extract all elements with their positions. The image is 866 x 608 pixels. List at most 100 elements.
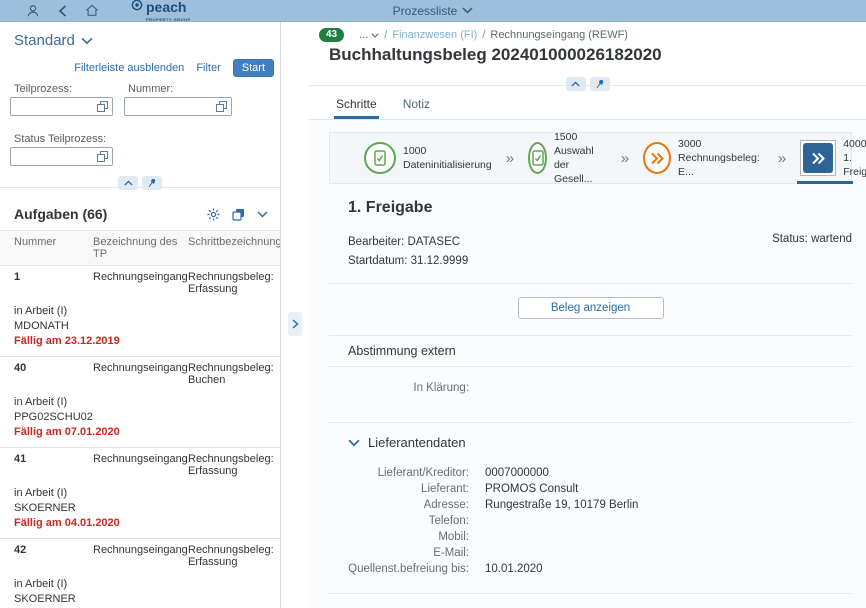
nummer-label: Nummer: xyxy=(124,83,232,95)
pin-icon[interactable] xyxy=(142,176,162,190)
chevron-down-icon xyxy=(348,439,360,447)
teilprozess-field[interactable] xyxy=(10,97,113,116)
logo-subtext: PROPERTY GROUP xyxy=(146,17,191,22)
page-title: Buchhaltungsbeleg 202401000026182020 xyxy=(319,42,852,75)
table-row[interactable]: 40 Rechnungseingang Rechnungsbeleg: Buch… xyxy=(0,357,280,448)
app-title[interactable]: Prozessliste xyxy=(393,4,458,18)
step-code: 1000 xyxy=(403,144,492,158)
status-teilprozess-field[interactable] xyxy=(10,147,113,166)
col-schritt: Schrittbezeichnung xyxy=(188,236,281,260)
chevron-down-icon[interactable] xyxy=(257,211,268,218)
row-status: in Arbeit (I) xyxy=(14,577,274,592)
section-lieferantendaten-toggle[interactable]: Lieferantendaten xyxy=(329,423,852,452)
header-collapse-bar xyxy=(309,75,866,91)
breadcrumb-ellipsis[interactable]: ... xyxy=(359,29,379,41)
expand-panel-button[interactable] xyxy=(288,312,302,336)
step-separator-icon: » xyxy=(621,150,629,167)
row-nummer: 41 xyxy=(14,453,93,477)
tab-schritte[interactable]: Schritte xyxy=(336,97,377,119)
value-help-icon[interactable] xyxy=(97,101,108,112)
step-heading: 1. Freigabe xyxy=(348,199,852,217)
step-1500[interactable]: 1500 Auswahl der Gesell... xyxy=(528,132,607,184)
breadcrumb-current: Rechnungseingang (REWF) xyxy=(490,29,628,41)
tasks-column-header: Nummer Bezeichnung des TP Schrittbezeich… xyxy=(0,230,280,266)
settings-gear-icon[interactable] xyxy=(207,208,220,221)
status-row: Status: wartend xyxy=(772,233,852,271)
row-due-date: Fällig am 23.12.2019 xyxy=(14,334,274,349)
table-row[interactable]: 42 Rechnungseingang Rechnungsbeleg: Erfa… xyxy=(0,539,280,608)
nummer-field[interactable] xyxy=(124,97,232,116)
export-copy-icon[interactable] xyxy=(232,208,245,221)
row-nummer: 40 xyxy=(14,362,93,386)
tasks-list: 1 Rechnungseingang Rechnungsbeleg: Erfas… xyxy=(0,266,280,608)
bearbeiter-row: Bearbeiter: DATASEC xyxy=(348,233,468,252)
user-icon[interactable] xyxy=(26,4,40,18)
table-row[interactable]: 1 Rechnungseingang Rechnungsbeleg: Erfas… xyxy=(0,266,280,357)
logo-text: peach xyxy=(146,0,186,15)
section-rechnungsdaten-toggle[interactable]: Rechnungsdaten xyxy=(329,594,852,608)
step-4000-current[interactable]: 4000 1. Freigabe xyxy=(800,132,866,184)
step-label: 1. Freigabe xyxy=(843,151,866,179)
beleg-anzeigen-button[interactable]: Beleg anzeigen xyxy=(518,297,664,319)
tasks-header: Aufgaben (66) xyxy=(14,206,207,222)
pin-icon[interactable] xyxy=(590,77,610,91)
step-3000[interactable]: 3000 Rechnungsbeleg: E... xyxy=(643,132,764,184)
nummer-input[interactable] xyxy=(129,101,216,113)
status-badge: 43 xyxy=(319,28,344,42)
field-row: In Klärung: xyxy=(329,380,852,396)
row-status: in Arbeit (I) xyxy=(14,304,274,319)
breadcrumb-separator: / xyxy=(384,29,387,41)
hide-filterbar-link[interactable]: Filterleiste ausblenden xyxy=(74,62,184,74)
peach-logo[interactable]: peach PROPERTY GROUP xyxy=(131,0,191,22)
row-user: PPG02SCHU02 xyxy=(14,410,274,425)
breadcrumb-separator: / xyxy=(482,29,485,41)
step-separator-icon: » xyxy=(506,150,514,167)
process-detail-panel: 43 ... / Finanzwesen (FI) / Rechnungsein… xyxy=(309,22,866,608)
step-code: 4000 xyxy=(843,137,866,151)
step-separator-icon: » xyxy=(778,150,786,167)
home-icon[interactable] xyxy=(85,4,99,17)
row-schritt: Rechnungsbeleg: Erfassung xyxy=(188,544,274,568)
variant-title: Standard xyxy=(14,32,75,49)
row-tp: Rechnungseingang xyxy=(93,362,188,386)
chevron-down-icon xyxy=(371,33,379,38)
table-row[interactable]: 41 Rechnungseingang Rechnungsbeleg: Erfa… xyxy=(0,448,280,539)
row-nummer: 42 xyxy=(14,544,93,568)
section-abstimmung-title[interactable]: Abstimmung extern xyxy=(329,336,852,366)
row-nummer: 1 xyxy=(14,271,93,295)
chevron-down-icon[interactable] xyxy=(462,7,473,14)
status-teilprozess-input[interactable] xyxy=(15,151,97,163)
step-done-icon xyxy=(364,142,396,174)
step-code: 1500 xyxy=(554,130,607,144)
row-user: SKOERNER xyxy=(14,592,274,607)
filter-link[interactable]: Filter xyxy=(196,62,220,74)
teilprozess-label: Teilprozess: xyxy=(10,83,113,95)
variant-selector[interactable]: Standard xyxy=(0,22,280,51)
process-steps-strip: 1000 Dateninitialisierung » 1500 Auswahl… xyxy=(329,132,852,184)
value-help-icon[interactable] xyxy=(97,151,108,162)
chevron-down-icon xyxy=(81,37,93,45)
step-1000[interactable]: 1000 Dateninitialisierung xyxy=(364,132,492,184)
step-label: Auswahl der Gesell... xyxy=(554,144,607,186)
row-due-date: Fällig am 07.01.2020 xyxy=(14,425,274,440)
collapse-header-button[interactable] xyxy=(566,77,586,91)
bearbeiter-value: DATASEC xyxy=(407,236,460,248)
step-done-icon xyxy=(528,142,547,174)
status-value: wartend xyxy=(811,233,852,245)
collapse-filter-button[interactable] xyxy=(118,176,138,190)
panel-splitter[interactable] xyxy=(281,22,309,608)
teilprozess-input[interactable] xyxy=(15,101,97,113)
value-help-icon[interactable] xyxy=(216,101,227,112)
status-teilprozess-label: Status Teilprozess: xyxy=(10,133,266,145)
start-button[interactable]: Start xyxy=(233,59,274,77)
step-inprogress-icon xyxy=(643,142,671,174)
col-nummer: Nummer xyxy=(14,236,93,260)
step-label: Rechnungsbeleg: E... xyxy=(678,151,764,179)
breadcrumb-link-finanzwesen[interactable]: Finanzwesen (FI) xyxy=(392,29,477,41)
filter-collapse-bar xyxy=(0,174,280,194)
col-bezeichnung: Bezeichnung des TP xyxy=(93,236,188,260)
row-due-date: Fällig am 04.01.2020 xyxy=(14,516,274,531)
row-user: MDONATH xyxy=(14,319,274,334)
back-icon[interactable] xyxy=(58,5,67,17)
tab-notiz[interactable]: Notiz xyxy=(403,97,430,119)
